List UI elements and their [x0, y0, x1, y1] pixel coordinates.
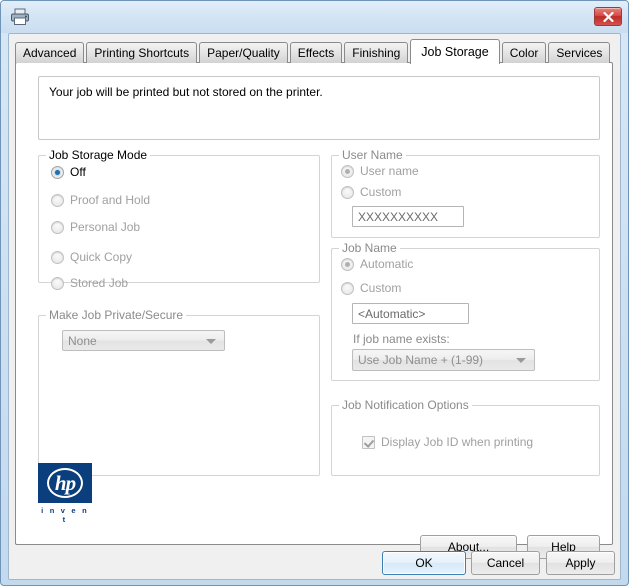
radio-off[interactable]: Off [51, 165, 86, 179]
job-storage-mode-group: Job Storage Mode Off Proof and Hold Pers… [38, 148, 320, 290]
tab-services[interactable]: Services [548, 42, 611, 63]
radio-off-indicator [51, 165, 64, 179]
ok-button[interactable]: OK [382, 551, 466, 575]
radio-job-name-custom[interactable]: Custom [341, 281, 401, 295]
printer-icon [10, 8, 30, 26]
tab-advanced[interactable]: Advanced [15, 42, 85, 63]
hp-logo-tagline: i n v e n t [41, 506, 89, 524]
tab-printing-shortcuts[interactable]: Printing Shortcuts [86, 42, 198, 63]
job-name-exists-dropdown[interactable]: Use Job Name + (1-99) [352, 349, 535, 371]
radio-stored-job[interactable]: Stored Job [51, 276, 128, 290]
job-name-group: Job Name Automatic Custom <Automatic> If… [331, 241, 600, 381]
job-name-custom-input[interactable]: <Automatic> [352, 303, 469, 324]
hp-logo-mark: hp [38, 463, 92, 503]
radio-quick-copy-indicator [51, 250, 64, 264]
cancel-button-label: Cancel [486, 556, 525, 570]
radio-proof-and-hold-indicator [51, 193, 64, 207]
hp-logo-oval: hp [47, 468, 83, 498]
make-job-private-legend: Make Job Private/Secure [46, 308, 187, 322]
radio-user-custom-label: Custom [360, 185, 402, 199]
hp-logo: hp i n v e n t [38, 463, 92, 524]
radio-off-label: Off [70, 165, 86, 179]
make-job-private-dropdown-value: None [68, 333, 97, 348]
make-job-private-group: Make Job Private/Secure None [38, 308, 320, 476]
apply-button-label: Apply [565, 556, 596, 570]
hp-logo-letters: hp [54, 470, 76, 495]
close-button[interactable] [594, 7, 622, 26]
job-name-custom-value: <Automatic> [358, 306, 426, 321]
apply-button[interactable]: Apply [546, 551, 615, 575]
tab-paper-quality[interactable]: Paper/Quality [199, 42, 288, 63]
tab-effects[interactable]: Effects [289, 42, 343, 63]
radio-user-name-label: User name [360, 164, 419, 178]
radio-job-name-custom-label: Custom [360, 281, 402, 295]
cancel-button[interactable]: Cancel [471, 551, 540, 575]
radio-user-custom-indicator [341, 185, 354, 199]
job-notification-group: Job Notification Options Display Job ID … [331, 398, 600, 476]
user-name-custom-input[interactable]: XXXXXXXXXX [352, 206, 464, 227]
radio-personal-job-label: Personal Job [70, 220, 141, 234]
tab-finishing[interactable]: Finishing [344, 42, 409, 63]
checkbox-display-job-id-indicator [362, 435, 375, 449]
radio-stored-job-label: Stored Job [70, 276, 129, 290]
user-name-group: User Name User name Custom XXXXXXXXXX [331, 148, 600, 238]
radio-job-name-automatic-indicator [341, 257, 354, 271]
radio-quick-copy[interactable]: Quick Copy [51, 250, 132, 264]
job-name-exists-value: Use Job Name + (1-99) [358, 353, 484, 367]
radio-job-name-custom-indicator [341, 281, 354, 295]
job-name-exists-label: If job name exists: [353, 332, 450, 346]
tab-job-storage[interactable]: Job Storage [410, 39, 500, 64]
tab-color[interactable]: Color [501, 42, 547, 63]
radio-user-name-indicator [341, 164, 354, 178]
checkbox-display-job-id-label: Display Job ID when printing [381, 435, 534, 449]
status-message-box: Your job will be printed but not stored … [38, 76, 600, 140]
ok-button-label: OK [415, 556, 433, 570]
user-name-custom-value: XXXXXXXXXX [358, 209, 439, 224]
make-job-private-dropdown[interactable]: None [62, 330, 225, 351]
printer-properties-window: Advanced Printing Shortcuts Paper/Qualit… [0, 0, 629, 586]
job-name-legend: Job Name [339, 241, 400, 255]
chevron-down-icon [516, 358, 526, 363]
user-name-legend: User Name [339, 148, 406, 162]
dialog-body: Advanced Printing Shortcuts Paper/Qualit… [8, 33, 621, 580]
tab-strip: Advanced Printing Shortcuts Paper/Qualit… [15, 39, 612, 64]
radio-user-custom[interactable]: Custom [341, 185, 401, 199]
chevron-down-icon [206, 338, 216, 344]
radio-personal-job-indicator [51, 220, 64, 234]
title-bar [1, 1, 628, 33]
radio-stored-job-indicator [51, 276, 64, 290]
radio-proof-and-hold[interactable]: Proof and Hold [51, 193, 150, 207]
close-icon [602, 11, 614, 22]
radio-user-name[interactable]: User name [341, 164, 419, 178]
job-storage-mode-legend: Job Storage Mode [46, 148, 151, 162]
radio-quick-copy-label: Quick Copy [70, 250, 133, 264]
radio-personal-job[interactable]: Personal Job [51, 220, 140, 234]
job-notification-legend: Job Notification Options [339, 398, 472, 412]
checkbox-display-job-id[interactable]: Display Job ID when printing [362, 435, 533, 449]
status-message-text: Your job will be printed but not stored … [49, 85, 323, 99]
radio-proof-and-hold-label: Proof and Hold [70, 193, 151, 207]
radio-job-name-automatic-label: Automatic [360, 257, 414, 271]
tab-page-job-storage: Your job will be printed but not stored … [15, 62, 613, 559]
radio-job-name-automatic[interactable]: Automatic [341, 257, 413, 271]
